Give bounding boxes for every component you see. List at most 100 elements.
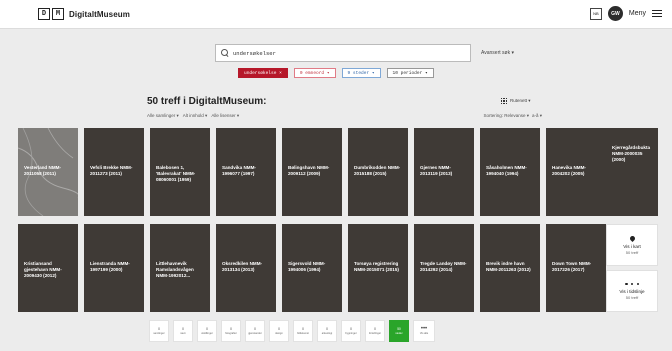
category-buildings[interactable]: 0 bygninger	[341, 320, 361, 342]
category-count: 0	[230, 327, 232, 331]
card-title: Down Town NMM-2017226 (2017)	[552, 261, 592, 273]
show-on-map-button[interactable]: Vis i kart 50 treff	[606, 224, 658, 266]
category-exhibitions[interactable]: 0 utstillinger	[197, 320, 217, 342]
result-card[interactable]: Kristiansand gjestehavn NMM-2009430 (201…	[18, 224, 78, 312]
filter-content[interactable]: Alt innhold ▾	[183, 113, 208, 119]
sort-order[interactable]: a-å ▾	[532, 113, 542, 119]
result-card[interactable]: Vesterland NMM-2011058 (2011)	[18, 128, 78, 216]
category-count: 0	[350, 327, 352, 331]
result-card[interactable]: Balebosen 1, 'Balevrakat' NMM-08060001 (…	[150, 128, 210, 216]
search-input[interactable]: undersøkelser	[215, 44, 471, 62]
timeline-count: 50 treff	[625, 294, 639, 300]
result-card[interactable]: Tregde Landøy NMM-2014292 (2014)	[414, 224, 474, 312]
category-label: utstillinger	[201, 332, 213, 335]
results-title: 50 treff i DigitaltMuseum:	[147, 96, 267, 107]
card-title: Vefsli Brekke NMM-2011273 (2011)	[90, 165, 133, 177]
avatar[interactable]: GW	[607, 6, 623, 21]
result-filters: Alle samlinger ▾ Alt innhold ▾ Alle lise…	[147, 113, 239, 119]
category-label: fortellinger	[368, 332, 382, 335]
category-label: gjenstander	[248, 332, 262, 335]
view-label: Rutenett ▾	[510, 98, 531, 103]
category-places[interactable]: 50 steder	[389, 320, 409, 342]
result-card[interactable]: Bølingshavn NMM-2009112 (2009)	[282, 128, 342, 216]
category-count: 0	[278, 327, 280, 331]
result-card[interactable]: Sandvika NMM-1996077 (1997)	[216, 128, 276, 216]
category-show-all[interactable]: ••• Vis alle	[413, 320, 435, 342]
site-logo[interactable]: D M DigitaltMuseum	[38, 8, 130, 20]
category-label: navn	[180, 332, 186, 335]
show-timeline-button[interactable]: Vis i tidslinje 50 treff	[606, 270, 658, 312]
search-icon	[221, 49, 229, 57]
advanced-search-link[interactable]: Avansert søk ▾	[481, 50, 514, 56]
card-title: Kjerregårdsbukta NMM-2000035 (2000)	[612, 145, 651, 163]
chip-subject[interactable]: undersøkelse ×	[238, 68, 288, 78]
category-label: bildekunst	[297, 332, 309, 335]
card-title: Littlehavnevik Ramslandsvågen NMM-199201…	[156, 261, 194, 279]
card-title: Vesterland NMM-2011058 (2011)	[24, 165, 62, 177]
chip-keywords[interactable]: 0 emneord ▾	[293, 68, 336, 78]
logo-text: DigitaltMuseum	[69, 9, 130, 19]
map-pin-icon	[628, 234, 636, 242]
map-label: Vis i kart	[623, 243, 641, 249]
category-count: 0	[206, 327, 208, 331]
category-archaeology[interactable]: 0 arkeologi	[317, 320, 337, 342]
filter-licenses[interactable]: Alle lisenser ▾	[211, 113, 239, 119]
logo-letter-m: M	[52, 8, 64, 20]
result-card[interactable]: Kjerregårdsbukta NMM-2000035 (2000)	[606, 128, 658, 216]
category-count: 0	[254, 327, 256, 331]
category-count: 50	[397, 327, 401, 331]
card-title: Bølingshavn NMM-2009112 (2009)	[288, 165, 330, 177]
user-controls: NB GW Meny	[589, 6, 662, 21]
card-title: Kristiansand gjestehavn NMM-2009430 (201…	[24, 261, 62, 279]
category-label: arkeologi	[321, 332, 333, 335]
card-title: Gjernes NMM-2013119 (2013)	[420, 165, 453, 177]
result-card[interactable]: Torsøya registrering NMM-2015071 (2015)	[348, 224, 408, 312]
category-label: design	[275, 332, 283, 335]
result-card[interactable]: Brevik indre havn NMM-2011263 (2012)	[480, 224, 540, 312]
language-button[interactable]: NB	[589, 7, 602, 20]
card-title: Brevik indre havn NMM-2011263 (2012)	[486, 261, 531, 273]
card-title: Sandvika NMM-1996077 (1997)	[222, 165, 256, 177]
hamburger-menu-icon[interactable]	[652, 9, 662, 18]
category-photos[interactable]: 0 fotografier	[221, 320, 241, 342]
category-art[interactable]: 0 bildekunst	[293, 320, 313, 342]
filter-collections[interactable]: Alle samlinger ▾	[147, 113, 179, 119]
category-label: steder	[395, 332, 403, 335]
result-card[interactable]: Dumbrikodden NMM-2015188 (2015)	[348, 128, 408, 216]
search-value: undersøkelser	[233, 49, 276, 57]
category-stories[interactable]: 0 fortellinger	[365, 320, 385, 342]
menu-label[interactable]: Meny	[629, 10, 646, 17]
card-title: Torsøya registrering NMM-2015071 (2015)	[354, 261, 399, 273]
result-card[interactable]: Sigersvold NMM-1994006 (1994)	[282, 224, 342, 312]
card-title: Lienstranda NMM-1997199 (2000)	[90, 261, 130, 273]
view-toggle[interactable]: Rutenett ▾	[501, 98, 531, 104]
more-dots-icon: •••	[420, 325, 428, 332]
result-card[interactable]: Lienstranda NMM-1997199 (2000)	[84, 224, 144, 312]
sort-controls: Sortering: Relevanse ▾ a-å ▾	[483, 113, 542, 119]
result-card[interactable]: Oksredkilen NMM-2013134 (2013)	[216, 224, 276, 312]
card-title: Såsaholmen NMM-1994040 (1994)	[486, 165, 527, 177]
category-count: 0	[158, 327, 160, 331]
result-card[interactable]: Down Town NMM-2017226 (2017)	[546, 224, 606, 312]
category-collections[interactable]: 0 samlinger	[149, 320, 169, 342]
logo-letter-d: D	[38, 8, 50, 20]
category-names[interactable]: 0 navn	[173, 320, 193, 342]
card-title: Balebosen 1, 'Balevrakat' NMM-08060001 (…	[156, 165, 196, 183]
result-card[interactable]: Vefsli Brekke NMM-2011273 (2011)	[84, 128, 144, 216]
result-card[interactable]: Hanevika NMM-2004202 (2005)	[546, 128, 606, 216]
timeline-icon	[625, 282, 639, 286]
grid-icon	[501, 98, 507, 104]
sort-relevance[interactable]: Sortering: Relevanse ▾	[483, 113, 529, 119]
result-card[interactable]: Littlehavnevik Ramslandsvågen NMM-199201…	[150, 224, 210, 312]
result-card[interactable]: Såsaholmen NMM-1994040 (1994)	[480, 128, 540, 216]
card-title: Dumbrikodden NMM-2015188 (2015)	[354, 165, 401, 177]
category-objects[interactable]: 0 gjenstander	[245, 320, 265, 342]
category-bar: 0 samlinger 0 navn 0 utstillinger 0 fotograf…	[149, 320, 435, 342]
chip-periods[interactable]: 10 perioder ▾	[386, 68, 434, 78]
chip-places[interactable]: 9 steder ▾	[341, 68, 381, 78]
category-count: 0	[182, 327, 184, 331]
card-title: Tregde Landøy NMM-2014292 (2014)	[420, 261, 467, 273]
category-count: 0	[326, 327, 328, 331]
category-design[interactable]: 0 design	[269, 320, 289, 342]
result-card[interactable]: Gjernes NMM-2013119 (2013)	[414, 128, 474, 216]
